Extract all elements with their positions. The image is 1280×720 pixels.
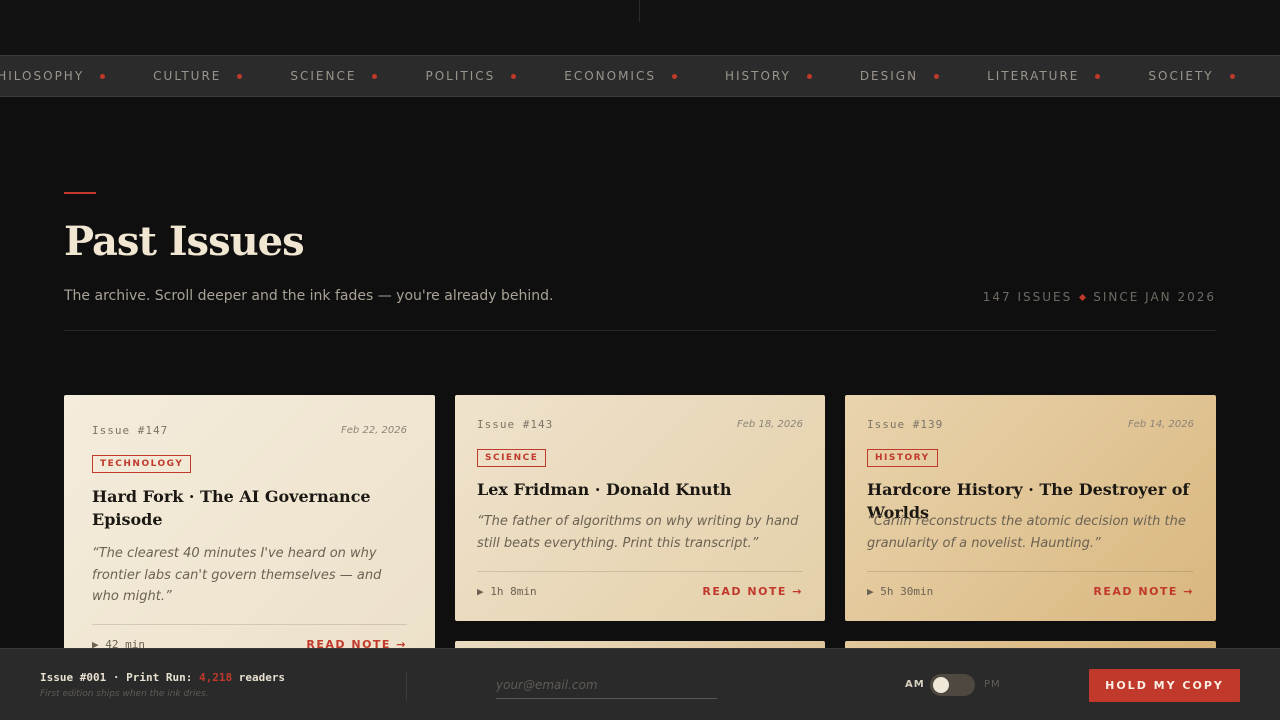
top-bar-divider [639, 0, 640, 22]
ticker-dot [806, 73, 812, 79]
reader-count: 4,218 [198, 671, 233, 684]
email-input[interactable] [496, 675, 717, 699]
top-bar [0, 0, 1280, 55]
category-tag[interactable]: HISTORY [867, 449, 938, 467]
ticker-dot [1095, 73, 1101, 79]
ticker-dot [372, 73, 378, 79]
ticker-item-philosophy[interactable]: PHILOSOPHY [0, 69, 153, 83]
duration-label: ▶ 5h 30min [867, 585, 934, 598]
issue-number: Issue #143 [477, 418, 554, 431]
ticker-item-society[interactable]: SOCIETY [1148, 69, 1280, 83]
issue-date: Feb 22, 2026 [341, 425, 407, 436]
category-tag[interactable]: SCIENCE [477, 449, 547, 467]
ticker-item-culture[interactable]: CULTURE [153, 69, 290, 83]
section-accent-rule [64, 192, 96, 194]
toggle-knob [933, 677, 949, 693]
category-tag[interactable]: TECHNOLOGY [92, 455, 192, 473]
am-pm-toggle[interactable] [930, 674, 975, 696]
ticker-dot [671, 73, 677, 79]
issue-count: 147 ISSUES [982, 290, 1073, 304]
issue-quote: “The clearest 40 minutes I've heard on w… [92, 546, 382, 604]
issue-date: Feb 18, 2026 [737, 419, 803, 430]
issue-quote: “The father of algorithms on why writing… [477, 514, 799, 551]
issue-number: Issue #139 [867, 418, 944, 431]
hold-my-copy-button[interactable]: HOLD MY COPY [1089, 669, 1240, 702]
category-ticker: PHILOSOPHY CULTURE SCIENCE POLITICS ECON… [0, 55, 1280, 97]
read-note-link[interactable]: READ NOTE → [702, 585, 803, 598]
ticker-dot [237, 73, 243, 79]
ticker-item-economics[interactable]: ECONOMICS [564, 69, 725, 83]
page-title: Past Issues [64, 218, 305, 265]
read-note-link[interactable]: READ NOTE → [1093, 585, 1194, 598]
issue-title: Lex Fridman · Donald Knuth [477, 480, 732, 499]
issue-number: Issue #147 [92, 424, 169, 437]
pm-label: PM [984, 679, 1001, 690]
footer-divider [406, 672, 407, 700]
issue-meta: 147 ISSUES SINCE JAN 2026 [983, 290, 1216, 304]
ticker-item-design[interactable]: DESIGN [860, 69, 987, 83]
ticker-item-politics[interactable]: POLITICS [425, 69, 564, 83]
card-divider [92, 624, 407, 625]
card-divider [867, 571, 1193, 572]
issue-card-139[interactable]: Issue #139 Feb 14, 2026 HISTORY Hardcore… [845, 395, 1216, 621]
issue-date: Feb 14, 2026 [1128, 419, 1194, 430]
print-run-info: Issue #001 · Print Run: 4,218 readers [40, 671, 286, 684]
since-date: SINCE JAN 2026 [1093, 290, 1216, 304]
issue-card-143[interactable]: Issue #143 Feb 18, 2026 SCIENCE Lex Frid… [455, 395, 825, 621]
ticker-track: PHILOSOPHY CULTURE SCIENCE POLITICS ECON… [0, 56, 1280, 96]
duration-label: ▶ 1h 8min [477, 585, 537, 598]
subscribe-bar: Issue #001 · Print Run: 4,218 readers Fi… [0, 648, 1280, 720]
ticker-dot [511, 73, 517, 79]
ticker-item-history[interactable]: HISTORY [725, 69, 860, 83]
diamond-icon [1079, 293, 1087, 301]
ticker-item-science[interactable]: SCIENCE [290, 69, 425, 83]
card-divider [477, 571, 803, 572]
am-label: AM [905, 679, 925, 690]
ticker-dot [1229, 73, 1235, 79]
ticker-item-literature[interactable]: LITERATURE [987, 69, 1148, 83]
header-divider [64, 330, 1216, 331]
ticker-dot [100, 73, 106, 79]
page-subtitle: The archive. Scroll deeper and the ink f… [64, 288, 554, 304]
issue-quote: “Carlin reconstructs the atomic decision… [867, 514, 1186, 551]
issue-title: Hard Fork · The AI Governance Episode [92, 487, 371, 529]
print-note: First edition ships when the ink dries. [40, 689, 209, 699]
ticker-dot [934, 73, 940, 79]
